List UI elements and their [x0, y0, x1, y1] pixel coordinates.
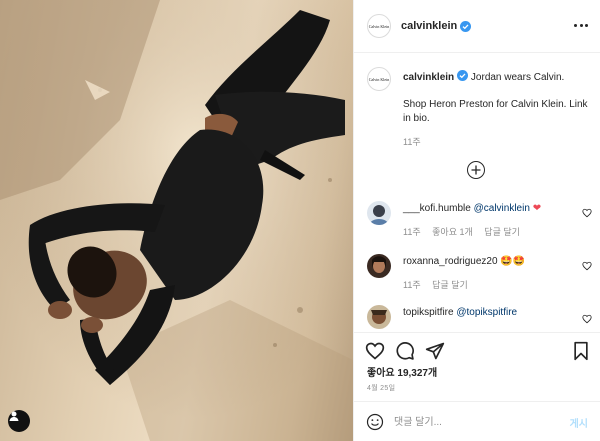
caption-body: calvinklein Jordan wears Calvin. Shop He… — [403, 70, 593, 126]
likes-count[interactable]: 좋아요 19,327개 — [367, 364, 437, 379]
more-options-button[interactable] — [574, 18, 588, 32]
comment-emoji: 🤩🤩 — [500, 256, 526, 267]
commenter-avatar[interactable] — [367, 254, 391, 278]
comment-item: ___kofi.humble @calvinklein ❤ 11주 좋아요 1개… — [367, 201, 592, 241]
comment-input[interactable] — [394, 414, 554, 430]
comment-reply-button[interactable]: 답글 달기 — [432, 280, 468, 290]
bookmark-icon[interactable] — [571, 341, 591, 361]
comment-box: 게시 — [354, 401, 600, 441]
emoji-icon[interactable] — [366, 413, 384, 431]
heart-icon[interactable] — [365, 341, 385, 361]
tagged-user-button[interactable] — [8, 410, 30, 432]
user-icon — [9, 411, 19, 421]
comment-reply-button[interactable]: 답글 달기 — [484, 227, 520, 237]
comment-heart-icon[interactable] — [582, 314, 592, 324]
caption-line1: Jordan wears Calvin. — [470, 72, 565, 83]
post-date[interactable]: 4월 25일 — [367, 383, 395, 393]
comment-like-count[interactable]: 좋아요 1개 — [432, 227, 473, 237]
caption-line2: Shop Heron Preston for Calvin Klein. Lin… — [403, 99, 588, 124]
comment-time[interactable]: 11주 — [403, 227, 421, 237]
commenter-username[interactable]: topikspitfire — [403, 307, 454, 318]
comment-heart-icon[interactable] — [582, 208, 592, 218]
verified-badge-icon — [460, 20, 472, 32]
comment-mention[interactable]: @calvinklein — [474, 203, 530, 214]
comment-item: topikspitfire @topikspitfire — [367, 305, 592, 332]
photo-illustration — [0, 0, 353, 441]
post-comment-button[interactable]: 게시 — [570, 415, 588, 430]
paper-plane-icon[interactable] — [425, 341, 445, 361]
more-horizontal-icon — [574, 23, 577, 27]
post-username[interactable]: calvinklein — [401, 20, 457, 32]
post-photo[interactable] — [0, 0, 353, 441]
commenter-avatar[interactable] — [367, 201, 391, 225]
commenter-username[interactable]: ___kofi.humble — [403, 203, 471, 214]
verified-badge-icon — [457, 70, 469, 81]
comment-mention[interactable]: @topikspitfire — [456, 307, 517, 318]
commenter-avatar[interactable] — [367, 305, 391, 329]
avatar-logo-text: Calvin Klein — [368, 76, 390, 82]
comment-emoji: ❤ — [532, 203, 542, 214]
avatar-logo-text: Calvin Klein — [368, 23, 390, 29]
comment-item: roxanna_rodriguez20 🤩🤩 11주 답글 달기 — [367, 254, 592, 294]
plus-circle-icon — [471, 165, 481, 175]
post-header: Calvin Klein calvinklein — [354, 0, 600, 53]
comments-scroll-area[interactable]: Calvin Klein calvinklein Jordan wears Ca… — [354, 54, 600, 332]
load-more-comments-button[interactable] — [467, 161, 485, 179]
comment-time[interactable]: 11주 — [403, 280, 421, 290]
avatar[interactable]: Calvin Klein — [367, 14, 391, 38]
post-actions — [354, 332, 600, 366]
comment-icon[interactable] — [395, 341, 415, 361]
caption-time[interactable]: 11주 — [403, 135, 421, 148]
caption-username[interactable]: calvinklein — [403, 72, 454, 83]
caption-avatar[interactable]: Calvin Klein — [367, 67, 391, 91]
post-panel: Calvin Klein calvinklein Calvin Klein ca… — [353, 0, 600, 441]
commenter-username[interactable]: roxanna_rodriguez20 — [403, 256, 498, 267]
comment-heart-icon[interactable] — [582, 261, 592, 271]
